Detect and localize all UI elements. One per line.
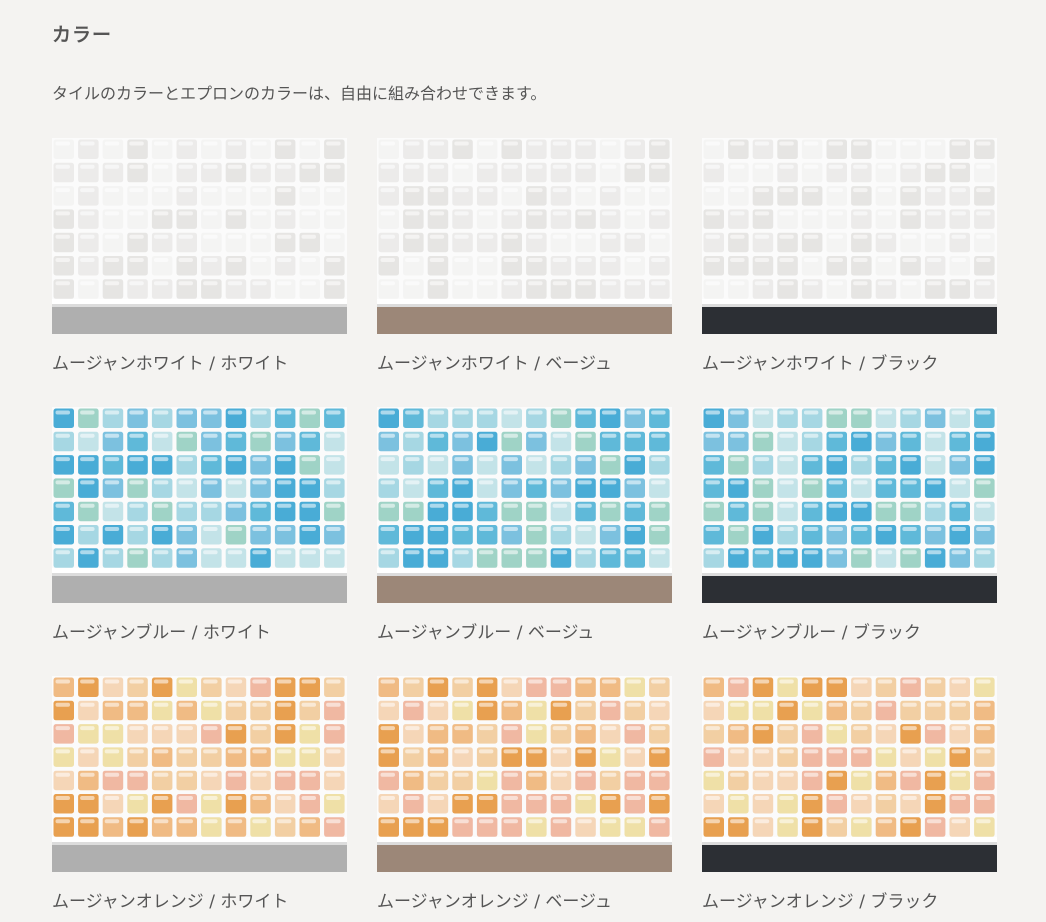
apron-panel bbox=[702, 307, 997, 334]
variant-swatch-image[interactable] bbox=[702, 676, 997, 872]
variant-label: ムージャンホワイト / ブラック bbox=[702, 354, 939, 374]
variant-label: ムージャンオレンジ / ベージュ bbox=[377, 892, 612, 912]
variant-label: ムージャンホワイト / ベージュ bbox=[377, 354, 612, 374]
variant-card[interactable]: ムージャンオレンジ / ブラック bbox=[702, 676, 997, 922]
variant-swatch-image[interactable] bbox=[377, 676, 672, 872]
variant-label: ムージャンブルー / ホワイト bbox=[52, 623, 271, 643]
variant-card[interactable]: ムージャンブルー / ベージュ bbox=[377, 407, 672, 676]
variant-swatch-image[interactable] bbox=[702, 138, 997, 334]
variant-swatch-image[interactable] bbox=[52, 676, 347, 872]
section-lead: タイルのカラーとエプロンのカラーは、自由に組み合わせできます。 bbox=[52, 84, 547, 103]
variant-swatch-image[interactable] bbox=[377, 407, 672, 603]
apron-panel bbox=[52, 576, 347, 603]
variant-card[interactable]: ムージャンオレンジ / ベージュ bbox=[377, 676, 672, 922]
variant-label: ムージャンオレンジ / ホワイト bbox=[52, 892, 289, 912]
apron-panel bbox=[52, 845, 347, 872]
variant-card[interactable]: ムージャンホワイト / ブラック bbox=[702, 138, 997, 407]
apron-panel bbox=[702, 576, 997, 603]
variant-card[interactable]: ムージャンホワイト / ベージュ bbox=[377, 138, 672, 407]
apron-panel bbox=[702, 845, 997, 872]
variant-card[interactable]: ムージャンオレンジ / ホワイト bbox=[52, 676, 347, 922]
variant-label: ムージャンホワイト / ホワイト bbox=[52, 354, 289, 374]
variant-swatch-image[interactable] bbox=[377, 138, 672, 334]
variant-swatch-image[interactable] bbox=[52, 407, 347, 603]
color-variant-grid: ムージャンホワイト / ホワイト ムージャンホワイト / ベージュ ムージャンホ… bbox=[52, 138, 997, 922]
section-title: カラー bbox=[52, 24, 113, 46]
variant-card[interactable]: ムージャンホワイト / ホワイト bbox=[52, 138, 347, 407]
apron-panel bbox=[377, 307, 672, 334]
variant-label: ムージャンブルー / ブラック bbox=[702, 623, 921, 643]
variant-swatch-image[interactable] bbox=[702, 407, 997, 603]
apron-panel bbox=[377, 845, 672, 872]
variant-card[interactable]: ムージャンブルー / ブラック bbox=[702, 407, 997, 676]
color-section: カラー タイルのカラーとエプロンのカラーは、自由に組み合わせできます。 ムージャ… bbox=[0, 0, 1046, 922]
apron-panel bbox=[377, 576, 672, 603]
apron-panel bbox=[52, 307, 347, 334]
variant-swatch-image[interactable] bbox=[52, 138, 347, 334]
variant-label: ムージャンブルー / ベージュ bbox=[377, 623, 595, 643]
variant-card[interactable]: ムージャンブルー / ホワイト bbox=[52, 407, 347, 676]
variant-label: ムージャンオレンジ / ブラック bbox=[702, 892, 939, 912]
